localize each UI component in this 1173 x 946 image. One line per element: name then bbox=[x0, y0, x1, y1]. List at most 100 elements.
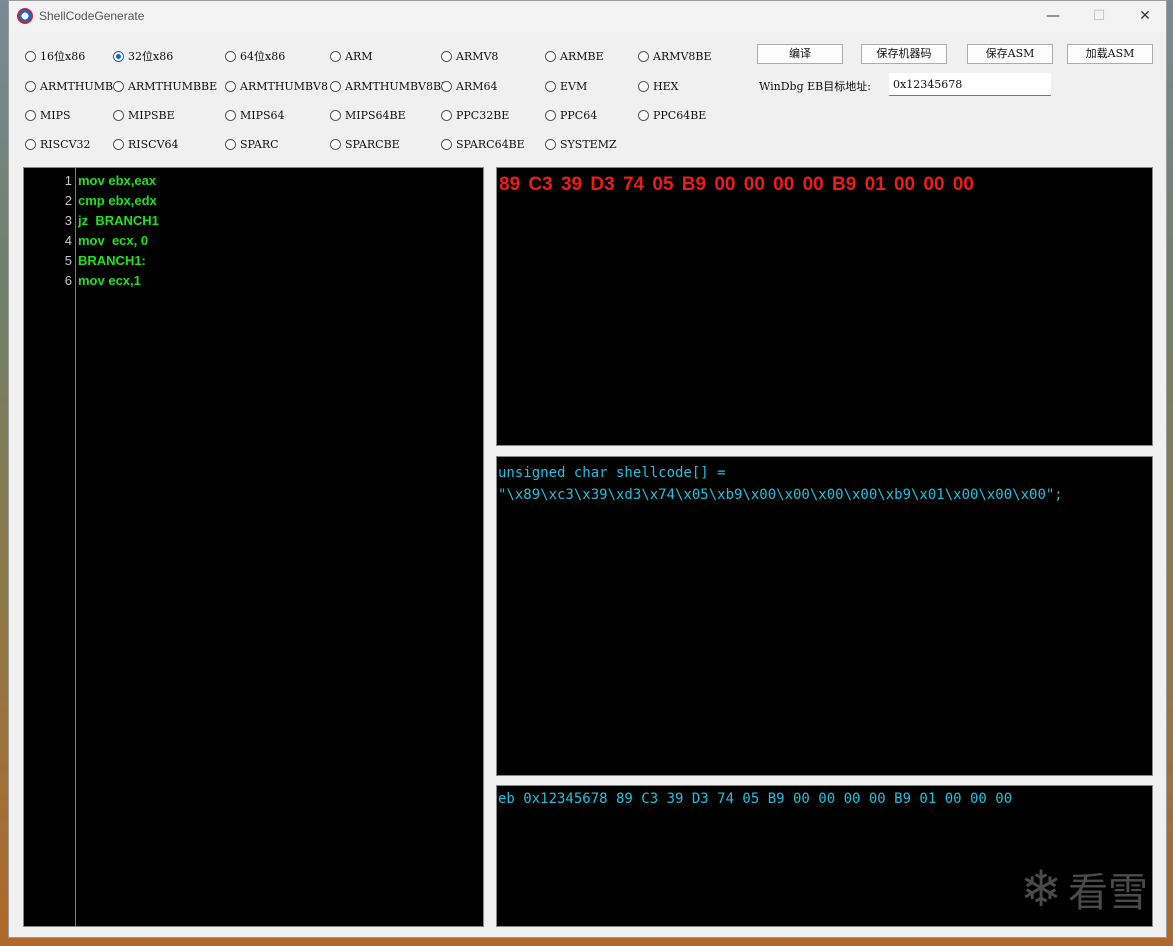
arch-radio-label: ARMTHUMBV8 bbox=[240, 79, 328, 93]
arch-radio-label: EVM bbox=[560, 79, 588, 93]
code-line[interactable]: mov ecx,1 bbox=[78, 273, 141, 288]
c-array-output-panel[interactable]: unsigned char shellcode[] = "\x89\xc3\x3… bbox=[496, 456, 1153, 776]
arch-radio-mips64be[interactable]: MIPS64BE bbox=[330, 107, 406, 123]
arch-radio-64x86[interactable]: 64位x86 bbox=[225, 48, 285, 64]
arch-radio-label: RISCV32 bbox=[40, 137, 91, 151]
hex-output-panel[interactable]: 89 C3 39 D3 74 05 B9 00 00 00 00 B9 01 0… bbox=[496, 167, 1153, 446]
code-line[interactable]: mov ecx, 0 bbox=[78, 233, 148, 248]
arch-radio-ppc32be[interactable]: PPC32BE bbox=[441, 107, 509, 123]
arch-radio-sparc[interactable]: SPARC bbox=[225, 136, 279, 152]
app-logo-icon bbox=[17, 8, 33, 24]
arch-radio-arm[interactable]: ARM bbox=[330, 48, 373, 64]
arch-radio-hex[interactable]: HEX bbox=[638, 78, 678, 94]
arch-radio-16x86[interactable]: 16位x86 bbox=[25, 48, 85, 64]
windbg-command-text[interactable]: eb 0x12345678 89 C3 39 D3 74 05 B9 00 00… bbox=[498, 791, 1012, 807]
arch-radio-label: 16位x86 bbox=[40, 50, 86, 63]
windbg-address-input[interactable] bbox=[889, 73, 1051, 96]
code-line[interactable]: cmp ebx,edx bbox=[78, 193, 157, 208]
arch-radio-evm[interactable]: EVM bbox=[545, 78, 587, 94]
arch-radio-label: 64位x86 bbox=[240, 50, 286, 63]
arch-radio-mipsbe[interactable]: MIPSBE bbox=[113, 107, 175, 123]
arch-radio-label: ARMBE bbox=[560, 49, 604, 63]
arch-radio-label: MIPS64 bbox=[240, 108, 285, 122]
arch-radio-armthumbbe[interactable]: ARMTHUMBBE bbox=[113, 78, 217, 94]
arch-radio-32x86[interactable]: 32位x86 bbox=[113, 48, 173, 64]
hex-output-text[interactable]: 89 C3 39 D3 74 05 B9 00 00 00 00 B9 01 0… bbox=[499, 174, 974, 196]
save-machine-code-button[interactable]: 保存机器码 bbox=[861, 44, 947, 64]
line-number: 4 bbox=[64, 233, 72, 248]
arch-radio-armthumbv8[interactable]: ARMTHUMBV8 bbox=[225, 78, 328, 94]
radio-dot[interactable] bbox=[545, 109, 556, 121]
arch-radio-label: 32位x86 bbox=[128, 50, 174, 63]
radio-dot[interactable] bbox=[441, 109, 452, 121]
radio-dot[interactable] bbox=[330, 80, 341, 92]
maximize-button[interactable]: ☐ bbox=[1076, 1, 1122, 32]
radio-dot[interactable] bbox=[638, 50, 649, 62]
arch-radio-sparc64be[interactable]: SPARC64BE bbox=[441, 136, 525, 152]
radio-dot[interactable] bbox=[113, 138, 124, 150]
arch-radio-label: SPARC bbox=[240, 137, 279, 151]
radio-dot[interactable] bbox=[25, 50, 36, 62]
arch-radio-label: ARM64 bbox=[456, 79, 498, 93]
code-line[interactable]: jz BRANCH1 bbox=[78, 213, 159, 228]
radio-dot[interactable] bbox=[545, 138, 556, 150]
close-button[interactable]: ✕ bbox=[1122, 1, 1168, 32]
radio-dot[interactable] bbox=[545, 50, 556, 62]
line-number: 1 bbox=[64, 173, 72, 188]
radio-dot[interactable] bbox=[113, 80, 124, 92]
compile-button[interactable]: 编译 bbox=[757, 44, 843, 64]
radio-dot[interactable] bbox=[638, 109, 649, 121]
arch-radio-ppc64[interactable]: PPC64 bbox=[545, 107, 597, 123]
radio-dot[interactable] bbox=[225, 50, 236, 62]
radio-dot[interactable] bbox=[441, 80, 452, 92]
c-array-decl: unsigned char shellcode[] = bbox=[498, 465, 726, 481]
arch-radio-ppc64be[interactable]: PPC64BE bbox=[638, 107, 706, 123]
code-line[interactable]: BRANCH1: bbox=[78, 253, 146, 268]
radio-dot[interactable] bbox=[330, 138, 341, 150]
code-line[interactable]: mov ebx,eax bbox=[78, 173, 156, 188]
arch-radio-label: PPC64 bbox=[560, 108, 598, 122]
arch-radio-mips64[interactable]: MIPS64 bbox=[225, 107, 285, 123]
line-number: 3 bbox=[64, 213, 72, 228]
arch-radio-armv8be[interactable]: ARMV8BE bbox=[638, 48, 712, 64]
arch-radio-label: SPARCBE bbox=[345, 137, 400, 151]
line-number: 5 bbox=[64, 253, 72, 268]
save-asm-button[interactable]: 保存ASM bbox=[967, 44, 1053, 64]
arch-radio-label: ARMV8BE bbox=[653, 49, 712, 63]
kanxue-watermark: ❄ 看雪 bbox=[1020, 860, 1148, 918]
arch-radio-armthumb[interactable]: ARMTHUMB bbox=[25, 78, 113, 94]
radio-dot[interactable] bbox=[225, 80, 236, 92]
arch-radio-armbe[interactable]: ARMBE bbox=[545, 48, 604, 64]
arch-radio-arm64[interactable]: ARM64 bbox=[441, 78, 498, 94]
radio-dot[interactable] bbox=[330, 109, 341, 121]
arch-radio-riscv32[interactable]: RISCV32 bbox=[25, 136, 91, 152]
radio-dot[interactable] bbox=[25, 138, 36, 150]
radio-dot[interactable] bbox=[25, 109, 36, 121]
arch-radio-mips[interactable]: MIPS bbox=[25, 107, 71, 123]
arch-radio-systemz[interactable]: SYSTEMZ bbox=[545, 136, 617, 152]
radio-dot[interactable] bbox=[545, 80, 556, 92]
minimize-button[interactable]: — bbox=[1030, 1, 1076, 32]
radio-dot[interactable] bbox=[441, 50, 452, 62]
radio-dot[interactable] bbox=[638, 80, 649, 92]
radio-dot[interactable] bbox=[113, 50, 124, 62]
arch-radio-riscv64[interactable]: RISCV64 bbox=[113, 136, 179, 152]
arch-radio-armv8[interactable]: ARMV8 bbox=[441, 48, 498, 64]
radio-dot[interactable] bbox=[225, 109, 236, 121]
asm-editor[interactable]: 1 2 3 4 5 6 mov ebx,eax cmp ebx,edx jz B… bbox=[23, 167, 484, 927]
arch-radio-armthumbv8be[interactable]: ARMTHUMBV8BE bbox=[330, 78, 449, 94]
load-asm-button[interactable]: 加载ASM bbox=[1067, 44, 1153, 64]
radio-dot[interactable] bbox=[441, 138, 452, 150]
arch-radio-sparcbe[interactable]: SPARCBE bbox=[330, 136, 400, 152]
window-title: ShellCodeGenerate bbox=[39, 9, 145, 23]
c-array-bytes: "\x89\xc3\x39\xd3\x74\x05\xb9\x00\x00\x0… bbox=[498, 487, 1063, 503]
c-array-output-text[interactable]: unsigned char shellcode[] = "\x89\xc3\x3… bbox=[498, 462, 1148, 506]
radio-dot[interactable] bbox=[25, 80, 36, 92]
windbg-output-panel[interactable]: eb 0x12345678 89 C3 39 D3 74 05 B9 00 00… bbox=[496, 785, 1153, 927]
arch-radio-label: RISCV64 bbox=[128, 137, 179, 151]
arch-radio-label: ARMV8 bbox=[456, 49, 499, 63]
radio-dot[interactable] bbox=[113, 109, 124, 121]
arch-radio-label: PPC64BE bbox=[653, 108, 707, 122]
radio-dot[interactable] bbox=[225, 138, 236, 150]
radio-dot[interactable] bbox=[330, 50, 341, 62]
